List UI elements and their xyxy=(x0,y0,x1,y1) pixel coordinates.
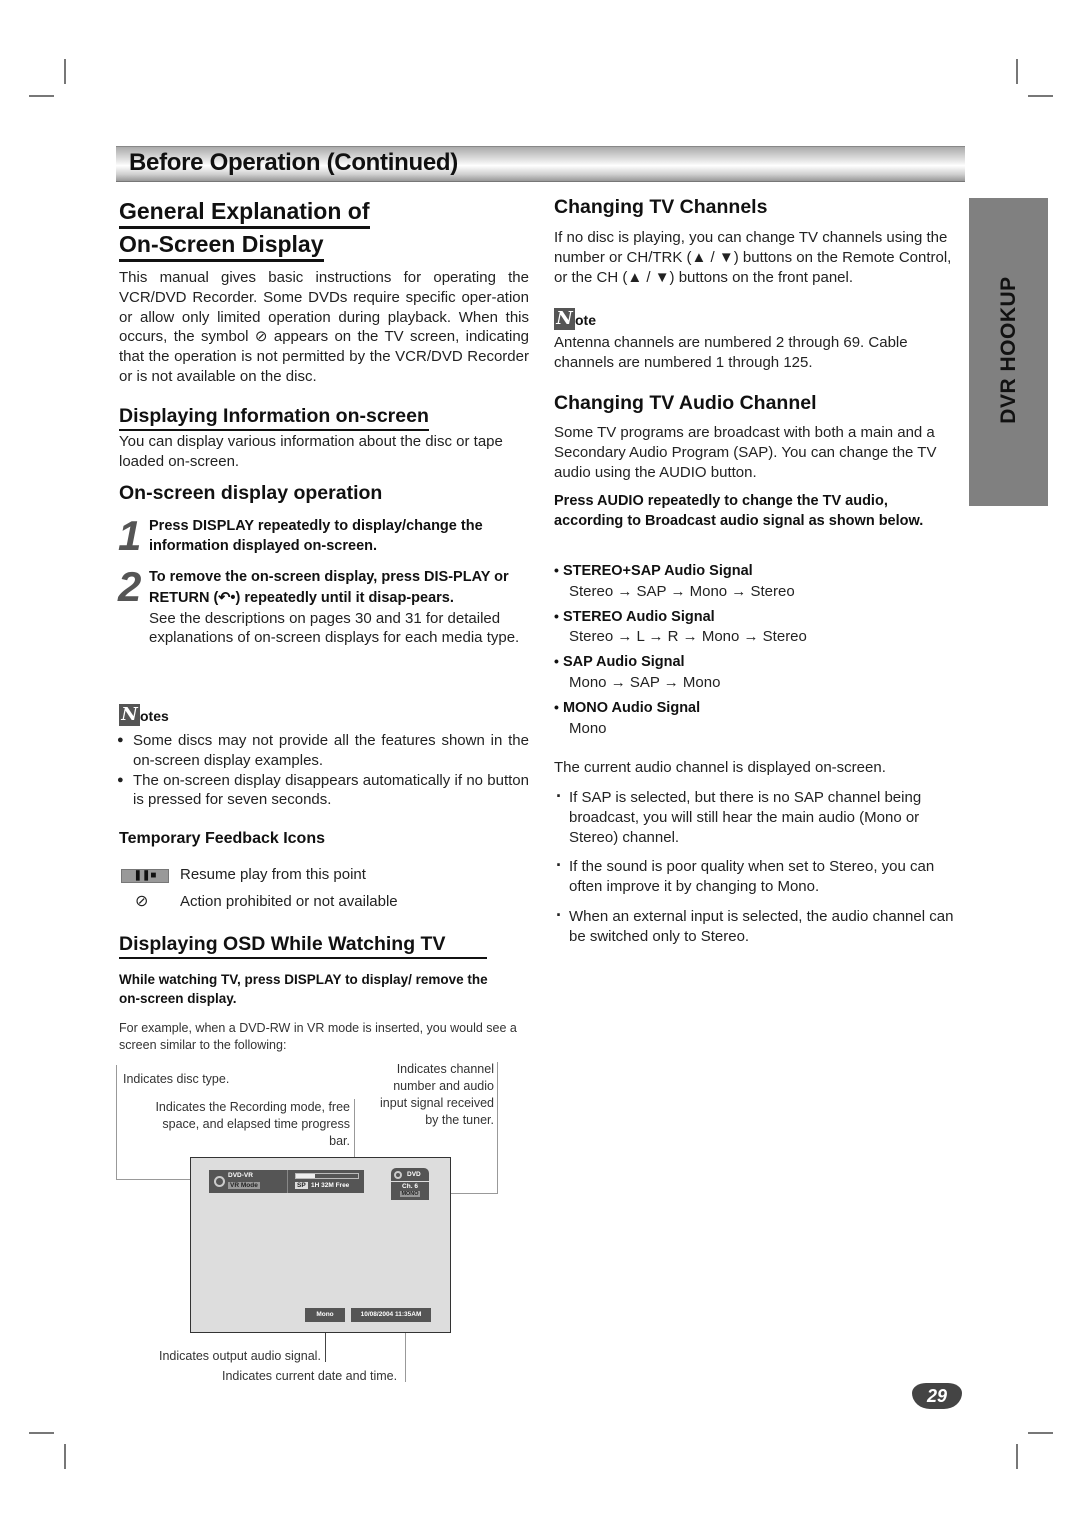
resume-icon: ❚❚■ xyxy=(121,869,169,883)
crop-mark xyxy=(1016,59,1018,84)
note-icon: N xyxy=(119,704,140,726)
callout-disc-type: Indicates disc type. xyxy=(123,1072,230,1086)
signal-name: STEREO+SAP Audio Signal xyxy=(562,563,753,579)
signal-name: MONO Audio Signal xyxy=(562,699,701,716)
osd-tv-instruction: While watching TV, press DISPLAY to disp… xyxy=(119,972,488,1006)
feedback-prohibited-text: Action prohibited or not available xyxy=(180,893,398,910)
notes-list: Some discs may not provide all the featu… xyxy=(117,731,529,810)
section-banner: Before Operation (Continued) xyxy=(116,146,965,182)
side-tab-label: DVR HOOKUP xyxy=(997,276,1020,424)
signal-sequence: Stereo → L → R → Mono → Stereo xyxy=(569,628,807,646)
heading-osd-tv: Displaying OSD While Watching TV xyxy=(119,933,487,959)
osd-disc-type: DVD-VR xyxy=(228,1172,253,1179)
audio-signal-item: SAP Audio Signal Mono → SAP → Mono xyxy=(554,652,954,693)
banner-title: Before Operation (Continued) xyxy=(129,149,458,176)
displaying-info-text: You can display various information abou… xyxy=(119,433,503,470)
step-number-2: 2 xyxy=(118,563,142,610)
osd-free-space: 1H 32M Free xyxy=(311,1182,350,1189)
signal-sequence: Stereo → SAP → Mono → Stereo xyxy=(569,582,795,600)
osd-mode: VR Mode xyxy=(228,1182,260,1189)
callout-line xyxy=(116,1065,117,1180)
callout-line xyxy=(405,1325,406,1382)
tip-item: When an external input is selected, the … xyxy=(554,906,966,947)
audio-instruction: Press AUDIO repeatedly to change the TV … xyxy=(554,493,924,529)
note-icon: N xyxy=(554,308,575,330)
crop-mark xyxy=(29,95,54,97)
callout-line xyxy=(497,1062,498,1194)
return-icon: ↶• xyxy=(218,589,236,606)
callout-channel: Indicates channel number and audio input… xyxy=(380,1062,494,1127)
step-2-text-post: ) repeatedly until it disap-pears. xyxy=(235,589,454,606)
channels-note-header: Note xyxy=(554,308,596,330)
signal-name: SAP Audio Signal xyxy=(562,654,685,671)
heading-displaying-info: Displaying Information on-screen xyxy=(119,405,429,431)
tip-item: If SAP is selected, but there is no SAP … xyxy=(554,787,966,847)
page-title-line2: On-Screen Display xyxy=(119,229,324,262)
tip-item: If the sound is poor quality when set to… xyxy=(554,856,966,897)
step-number-1: 1 xyxy=(118,512,142,559)
osd-record-box: SP 1H 32M Free xyxy=(287,1170,364,1193)
audio-signal-list: STEREO+SAP Audio Signal Stereo → SAP → M… xyxy=(554,561,954,738)
crop-mark xyxy=(1028,95,1053,97)
osd-source-box: DVD xyxy=(391,1168,429,1181)
callout-output-audio: Indicates output audio signal. xyxy=(159,1349,321,1363)
audio-tips: If SAP is selected, but there is no SAP … xyxy=(554,787,966,947)
step-2-detail: See the descriptions on pages 30 and 31 … xyxy=(149,609,520,647)
disc-icon xyxy=(214,1176,225,1187)
crop-mark xyxy=(64,1444,66,1469)
note-item: Some discs may not provide all the featu… xyxy=(117,731,529,771)
osd-audio-in: MONO xyxy=(400,1191,420,1197)
osd-source: DVD xyxy=(407,1171,421,1178)
heading-feedback-icons: Temporary Feedback Icons xyxy=(119,830,325,847)
heading-changing-channels: Changing TV Channels xyxy=(554,196,768,218)
heading-changing-audio: Changing TV Audio Channel xyxy=(554,392,817,414)
audio-signal-item: STEREO+SAP Audio Signal Stereo → SAP → M… xyxy=(554,561,954,602)
osd-progress-fill xyxy=(296,1174,315,1178)
callout-recording-mode: Indicates the Recording mode, free space… xyxy=(155,1100,350,1148)
osd-progress-bar xyxy=(295,1173,359,1179)
signal-sequence: Mono xyxy=(569,719,607,737)
osd-datetime: 10/08/2004 11:35AM xyxy=(351,1308,431,1322)
osd-channel: Ch. 6 xyxy=(402,1183,418,1190)
note-label: ote xyxy=(575,312,596,328)
audio-current-text: The current audio channel is displayed o… xyxy=(554,759,886,776)
page-title: General Explanation of On-Screen Display xyxy=(119,196,539,262)
notes-label: otes xyxy=(140,708,169,724)
crop-mark xyxy=(29,1432,54,1434)
step-1-text: Press DISPLAY repeatedly to display/chan… xyxy=(149,518,483,554)
channels-text: If no disc is playing, you can change TV… xyxy=(554,229,952,286)
prohibited-icon: ⊘ xyxy=(254,328,268,346)
notes-header: Notes xyxy=(119,704,169,726)
intro-paragraph: This manual gives basic instructions for… xyxy=(119,268,529,387)
crop-mark xyxy=(1028,1432,1053,1434)
audio-text: Some TV programs are broadcast with both… xyxy=(554,424,937,481)
prohibited-icon: ⊘ xyxy=(135,893,149,910)
crop-mark xyxy=(1016,1444,1018,1469)
audio-signal-item: MONO Audio Signal Mono xyxy=(554,698,954,739)
osd-audio-out: Mono xyxy=(305,1308,345,1322)
audio-signal-item: STEREO Audio Signal Stereo → L → R → Mon… xyxy=(554,607,954,648)
step-2: To remove the on-screen display, press D… xyxy=(149,567,534,648)
page-number: 29 xyxy=(912,1383,962,1409)
osd-channel-box: Ch. 6 MONO xyxy=(391,1182,429,1200)
crop-mark xyxy=(64,59,66,84)
channels-note-text: Antenna channels are numbered 2 through … xyxy=(554,334,908,371)
osd-tv-example: For example, when a DVD-RW in VR mode is… xyxy=(119,1021,517,1052)
osd-screen: DVD-VR VR Mode SP 1H 32M Free DVD Ch. 6 … xyxy=(190,1157,451,1333)
signal-sequence: Mono → SAP → Mono xyxy=(569,673,721,691)
source-icon xyxy=(394,1171,402,1179)
note-item: The on-screen display disappears automat… xyxy=(117,771,529,811)
signal-name: STEREO Audio Signal xyxy=(562,608,715,625)
heading-osd-operation: On-screen display operation xyxy=(119,482,383,504)
side-tab: DVR HOOKUP xyxy=(969,198,1048,506)
page-title-line1: General Explanation of xyxy=(119,196,370,229)
feedback-resume-text: Resume play from this point xyxy=(180,866,366,883)
osd-disc-box: DVD-VR VR Mode xyxy=(209,1170,287,1193)
osd-rec-speed: SP xyxy=(295,1182,308,1189)
callout-date-time: Indicates current date and time. xyxy=(222,1369,398,1383)
